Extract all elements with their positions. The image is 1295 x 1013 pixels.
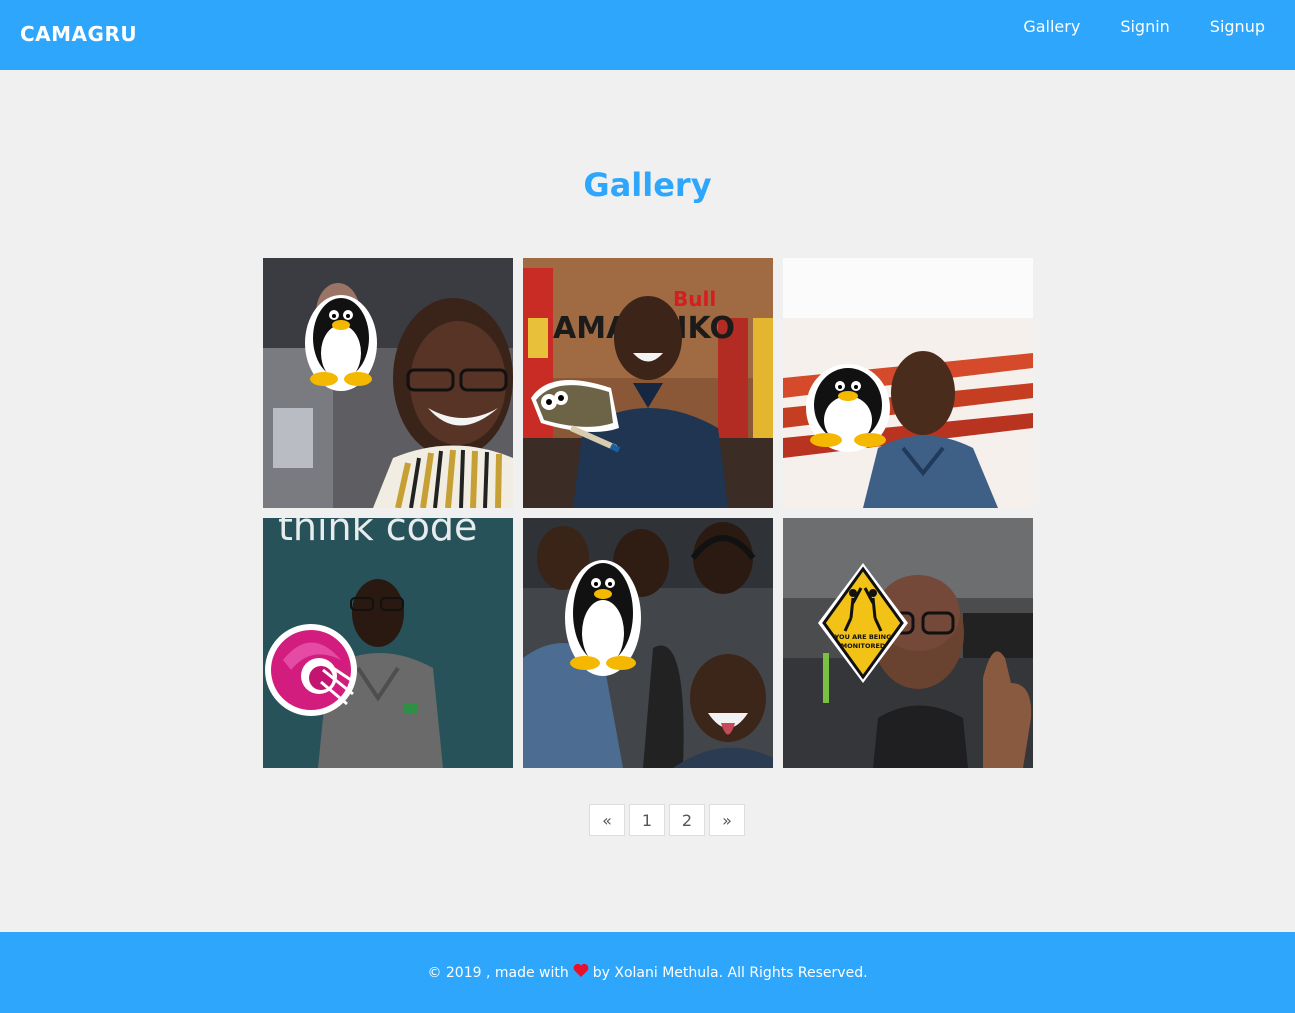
gallery-photo[interactable] <box>263 258 513 508</box>
top-navbar: CAMAGRU Gallery Signin Signup <box>0 0 1295 70</box>
svg-text:MONITORED: MONITORED <box>841 642 886 650</box>
pagination-prev-button[interactable]: « <box>589 804 625 836</box>
gallery-grid: Bull AMAPHIKO <box>263 258 1033 768</box>
tux-penguin-icon <box>806 364 890 452</box>
scene-text: think code <box>278 518 477 549</box>
svg-text:YOU ARE BEING: YOU ARE BEING <box>834 633 892 641</box>
nav-signin-link[interactable]: Signin <box>1120 17 1169 36</box>
pagination-page-1[interactable]: 1 <box>629 804 665 836</box>
page-title: Gallery <box>583 166 712 204</box>
nav-gallery-link[interactable]: Gallery <box>1023 17 1080 36</box>
svg-text:Bull: Bull <box>673 287 716 311</box>
pagination-page-2[interactable]: 2 <box>669 804 705 836</box>
gallery-photo[interactable] <box>523 518 773 768</box>
gallery-photo[interactable]: Bull AMAPHIKO <box>523 258 773 508</box>
tux-penguin-icon <box>305 295 377 391</box>
pagination: « 1 2 » <box>589 804 745 836</box>
pagination-next-button[interactable]: » <box>709 804 745 836</box>
tux-penguin-icon <box>565 560 641 676</box>
heart-icon <box>573 963 589 982</box>
gallery-photo[interactable]: think code <box>263 518 513 768</box>
nav-signup-link[interactable]: Signup <box>1210 17 1265 36</box>
footer: © 2019 , made with by Xolani Methula. Al… <box>0 932 1295 1013</box>
nav-links: Gallery Signin Signup <box>1023 17 1265 36</box>
rxjs-icon <box>265 624 357 716</box>
footer-suffix: by Xolani Methula. All Rights Reserved. <box>592 964 868 981</box>
gallery-photo[interactable]: YOU ARE BEING MONITORED <box>783 518 1033 768</box>
brand-logo[interactable]: CAMAGRU <box>20 22 137 46</box>
footer-prefix: © 2019 , made with <box>427 964 569 981</box>
gallery-photo[interactable] <box>783 258 1033 508</box>
